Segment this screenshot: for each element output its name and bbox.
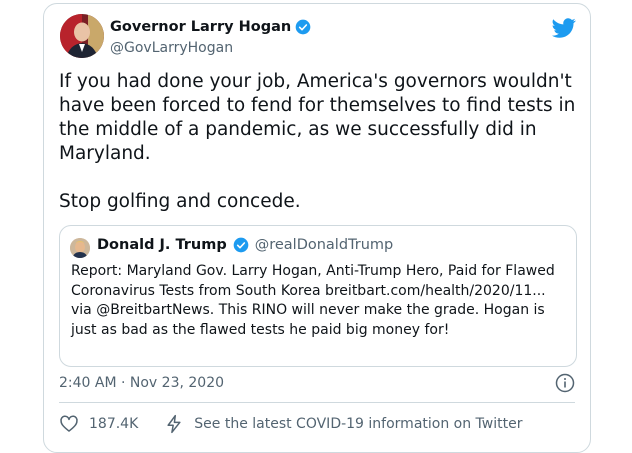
like-button[interactable]: 187.4K (59, 414, 138, 434)
tweet-actions: 187.4K See the latest COVID-19 informati… (59, 414, 522, 434)
tweet-card: Governor Larry Hogan @GovLarryHogan If y… (43, 3, 591, 453)
author-name-label: Governor Larry Hogan (110, 19, 292, 35)
quoted-tweet[interactable]: Donald J. Trump @realDonaldTrump Report:… (59, 225, 577, 367)
like-count: 187.4K (89, 416, 139, 432)
quoted-author-name: Donald J. Trump (97, 237, 227, 253)
tweet-timestamp[interactable]: 2:40 AM · Nov 23, 2020 (59, 375, 224, 391)
lightning-icon (164, 414, 184, 434)
author-handle[interactable]: @GovLarryHogan (110, 40, 233, 56)
quoted-author: Donald J. Trump @realDonaldTrump (97, 237, 393, 253)
quoted-tweet-text: Report: Maryland Gov. Larry Hogan, Anti-… (71, 263, 555, 338)
covid-info-link[interactable]: See the latest COVID-19 information on T… (164, 414, 522, 434)
covid-info-label: See the latest COVID-19 information on T… (194, 416, 523, 432)
twitter-bird-icon[interactable] (552, 16, 576, 40)
verified-badge-icon (233, 237, 249, 253)
divider (59, 402, 575, 403)
tweet-paragraph: If you had done your job, America's gove… (59, 71, 576, 164)
verified-badge-icon (295, 19, 311, 35)
quoted-author-handle: @realDonaldTrump (254, 237, 394, 253)
quoted-author-avatar (70, 238, 90, 258)
tweet-text: If you had done your job, America's gove… (59, 70, 584, 214)
author-avatar[interactable] (60, 14, 104, 58)
heart-icon (59, 414, 79, 434)
info-icon[interactable] (555, 373, 575, 393)
author-name[interactable]: Governor Larry Hogan (110, 19, 311, 35)
tweet-paragraph: Stop golfing and concede. (59, 191, 301, 212)
